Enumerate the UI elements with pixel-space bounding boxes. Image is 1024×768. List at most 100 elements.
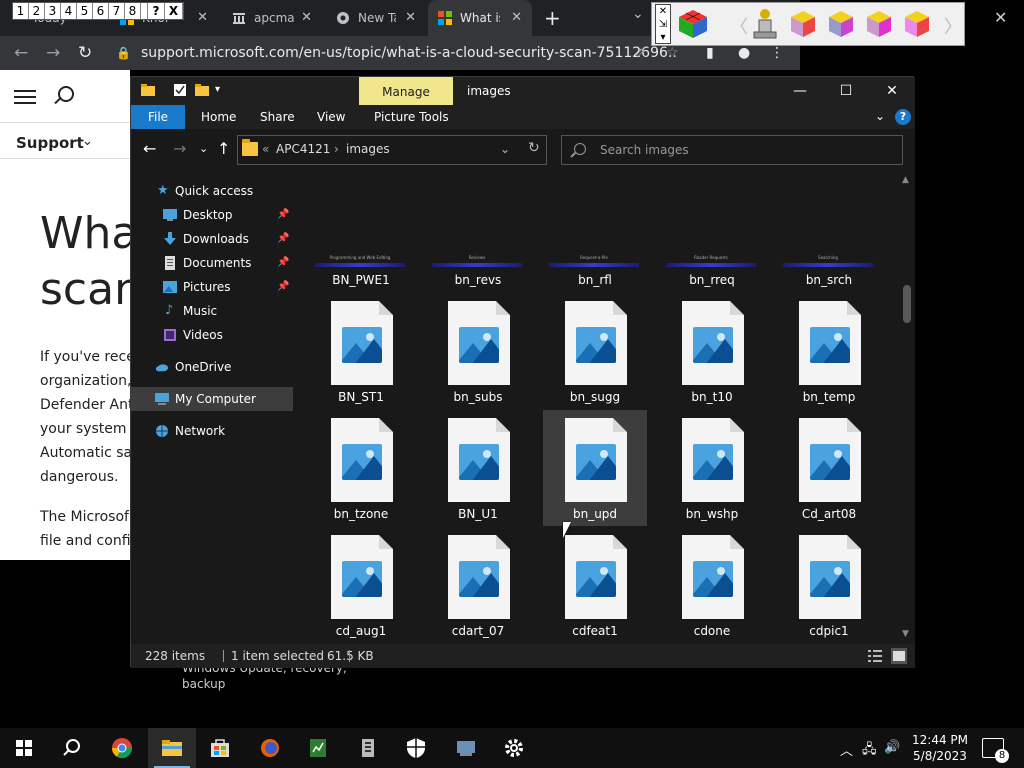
file-item[interactable]: BN_U1 (426, 410, 530, 526)
nav-quick-access[interactable]: ★ Quick access (131, 179, 293, 203)
file-item[interactable]: cdfeat1 (543, 527, 647, 643)
volume-icon[interactable]: 🔊 (884, 740, 900, 755)
back-arrow-icon[interactable]: ← (143, 139, 156, 158)
num-button-4[interactable]: 4 (61, 3, 77, 19)
blocks-icon[interactable] (824, 7, 858, 41)
share-icon[interactable]: ⇗ (634, 45, 646, 61)
up-arrow-icon[interactable]: ↑ (217, 139, 230, 158)
num-button-7[interactable]: 7 (109, 3, 125, 19)
notification-center-icon[interactable]: 8 (982, 738, 1009, 763)
title-bar[interactable]: ▾ Manage images — ☐ ✕ (131, 77, 915, 105)
scrollbar-thumb[interactable] (903, 285, 911, 323)
blocks-icon[interactable] (900, 7, 934, 41)
taskbar-app-2[interactable] (294, 728, 342, 768)
chevron-down-icon[interactable]: ⌄ (875, 109, 885, 123)
arrow-left-icon[interactable]: 〈 (730, 13, 748, 39)
details-view-icon[interactable] (867, 648, 883, 664)
close-icon[interactable]: ✕ (405, 10, 416, 25)
taskbar-security[interactable] (392, 728, 440, 768)
hamburger-menu-icon[interactable] (14, 90, 36, 104)
star-icon[interactable]: ☆ (666, 45, 679, 61)
folder-icon[interactable] (141, 83, 155, 97)
customize-qat-icon[interactable]: ▾ (215, 83, 229, 97)
file-item[interactable]: bn_wshp (660, 410, 764, 526)
nav-network[interactable]: Network (131, 419, 293, 443)
browser-tab-5[interactable]: What is ✕ (428, 0, 532, 36)
forward-arrow-icon[interactable]: → (173, 139, 186, 158)
back-arrow-icon[interactable]: ← (14, 43, 28, 63)
file-item[interactable]: cd_aug1 (309, 527, 413, 643)
manage-tab[interactable]: Manage (359, 77, 453, 105)
reload-icon[interactable]: ↻ (78, 43, 92, 63)
figure-icon[interactable] (748, 7, 782, 41)
file-item[interactable]: bn_tzone (309, 410, 413, 526)
close-icon[interactable]: ✕ (301, 10, 312, 25)
url-bar[interactable]: 🔒 support.microsoft.com/en-us/topic/what-… (116, 41, 676, 65)
nav-my-computer[interactable]: My Computer (131, 387, 293, 411)
num-button-8[interactable]: 8 (125, 3, 141, 19)
rubik-cube-icon[interactable] (676, 7, 710, 41)
start-button[interactable] (0, 728, 48, 768)
file-item[interactable]: cdart_07 (426, 527, 530, 643)
refresh-icon[interactable]: ↻ (528, 140, 540, 156)
browser-tab-3[interactable]: apcmag ✕ (222, 0, 322, 36)
num-button-5[interactable]: 5 (77, 3, 93, 19)
blocks-icon[interactable] (862, 7, 896, 41)
nav-pictures[interactable]: Pictures 📌 (131, 275, 293, 299)
scroll-up-icon[interactable]: ▲ (902, 175, 909, 185)
nav-onedrive[interactable]: OneDrive (131, 355, 293, 379)
large-icons-view-icon[interactable] (891, 648, 907, 664)
new-tab-icon[interactable]: + (544, 6, 561, 30)
num-button-1[interactable]: 1 (13, 3, 29, 19)
close-button[interactable]: X (165, 3, 183, 19)
toolbox-controls[interactable]: ✕ ⇲ ▾ (655, 4, 671, 44)
tab-share[interactable]: Share (248, 105, 307, 129)
file-item[interactable]: bn_rreq (660, 273, 764, 287)
file-item[interactable]: bn_temp (777, 293, 881, 409)
close-window-button[interactable]: ✕ (869, 77, 915, 105)
menu-dots-icon[interactable]: ⋮ (770, 45, 784, 61)
num-button-3[interactable]: 3 (45, 3, 61, 19)
blocks-icon[interactable] (786, 7, 820, 41)
breadcrumb-apc4121[interactable]: APC4121 (276, 142, 330, 156)
taskbar-store[interactable] (196, 728, 244, 768)
overflow-icon[interactable]: « (262, 142, 269, 156)
search-box[interactable] (561, 135, 903, 165)
file-item[interactable]: bn_revs (426, 273, 530, 287)
taskbar-file-explorer[interactable] (148, 728, 196, 768)
properties-icon[interactable] (173, 83, 187, 97)
file-item[interactable]: Cd_art08 (777, 410, 881, 526)
minimize-button[interactable]: — (777, 77, 823, 105)
profile-icon[interactable]: ● (738, 45, 750, 61)
address-bar[interactable]: « APC4121 › images ⌄ ↻ (237, 135, 547, 165)
close-icon[interactable]: ✕ (197, 10, 208, 25)
file-item[interactable]: bn_sugg (543, 293, 647, 409)
forward-arrow-icon[interactable]: → (46, 43, 60, 63)
search-icon[interactable] (58, 86, 74, 102)
nav-downloads[interactable]: Downloads 📌 (131, 227, 293, 251)
new-folder-icon[interactable] (195, 83, 209, 97)
taskbar-app-3[interactable] (344, 728, 392, 768)
chevron-down-icon[interactable]: ⌄ (82, 134, 93, 149)
help-icon[interactable]: ? (895, 109, 911, 125)
file-item[interactable]: cdpic1 (777, 527, 881, 643)
chevron-down-icon[interactable]: ⌄ (632, 6, 644, 22)
file-item[interactable]: bn_rfl (543, 273, 647, 287)
sidebar-icon[interactable]: ▮ (706, 45, 714, 61)
close-icon[interactable]: ✕ (994, 8, 1007, 27)
nav-videos[interactable]: Videos (131, 323, 293, 347)
num-button-2[interactable]: 2 (29, 3, 45, 19)
taskbar-settings[interactable] (490, 728, 538, 768)
file-item[interactable]: bn_subs (426, 293, 530, 409)
file-item[interactable]: BN_ST1 (309, 293, 413, 409)
recent-locations-icon[interactable]: ⌄ (199, 142, 208, 155)
breadcrumb-images[interactable]: images (346, 142, 390, 156)
support-menu[interactable]: Support (16, 134, 84, 152)
chevron-down-icon[interactable]: ⌄ (500, 142, 510, 156)
file-item[interactable]: bn_srch (777, 273, 881, 287)
vertical-scrollbar[interactable]: ▲ ▼ (899, 169, 915, 644)
num-button-6[interactable]: 6 (93, 3, 109, 19)
tab-picture-tools[interactable]: Picture Tools (362, 105, 461, 129)
file-item[interactable]: BN_PWE1 (309, 273, 413, 287)
search-input[interactable] (600, 141, 890, 159)
